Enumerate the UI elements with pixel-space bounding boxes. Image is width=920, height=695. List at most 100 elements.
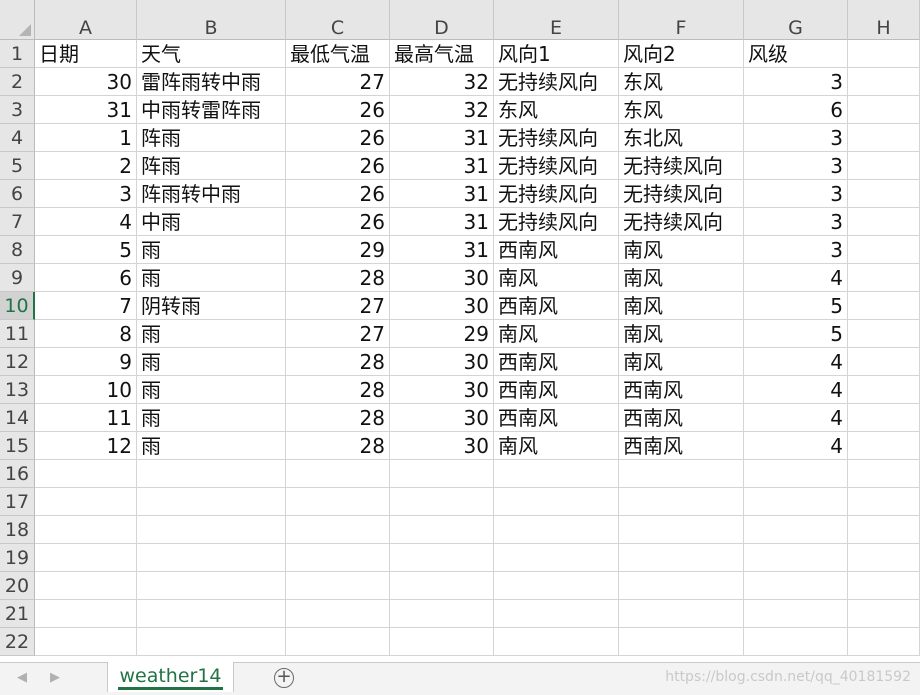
cell-f16[interactable]: [619, 460, 744, 488]
row-header-21[interactable]: 21: [0, 600, 35, 628]
row-header-7[interactable]: 7: [0, 208, 35, 236]
scroll-right-icon[interactable]: ▶: [50, 670, 60, 685]
cell-d21[interactable]: [390, 600, 494, 628]
cell-e16[interactable]: [494, 460, 619, 488]
cell-h10[interactable]: [848, 292, 920, 320]
cell-d1[interactable]: 最高气温: [390, 40, 494, 68]
cell-b8[interactable]: 雨: [137, 236, 286, 264]
cell-h3[interactable]: [848, 96, 920, 124]
cell-g16[interactable]: [744, 460, 848, 488]
cell-c22[interactable]: [286, 628, 390, 656]
cell-a21[interactable]: [35, 600, 137, 628]
sheet-tab-weather14[interactable]: weather14: [107, 662, 234, 692]
cell-b11[interactable]: 雨: [137, 320, 286, 348]
cell-g1[interactable]: 风级: [744, 40, 848, 68]
cell-h4[interactable]: [848, 124, 920, 152]
cell-g6[interactable]: 3: [744, 180, 848, 208]
row-header-9[interactable]: 9: [0, 264, 35, 292]
cell-f20[interactable]: [619, 572, 744, 600]
cell-h9[interactable]: [848, 264, 920, 292]
cell-e8[interactable]: 西南风: [494, 236, 619, 264]
cell-a8[interactable]: 5: [35, 236, 137, 264]
cell-g5[interactable]: 3: [744, 152, 848, 180]
cell-e15[interactable]: 南风: [494, 432, 619, 460]
cell-d2[interactable]: 32: [390, 68, 494, 96]
cell-c7[interactable]: 26: [286, 208, 390, 236]
cell-h15[interactable]: [848, 432, 920, 460]
cell-e7[interactable]: 无持续风向: [494, 208, 619, 236]
cell-b14[interactable]: 雨: [137, 404, 286, 432]
cell-d19[interactable]: [390, 544, 494, 572]
cell-a13[interactable]: 10: [35, 376, 137, 404]
cell-d15[interactable]: 30: [390, 432, 494, 460]
cell-b5[interactable]: 阵雨: [137, 152, 286, 180]
cell-f9[interactable]: 南风: [619, 264, 744, 292]
cell-a11[interactable]: 8: [35, 320, 137, 348]
cell-d6[interactable]: 31: [390, 180, 494, 208]
cell-f2[interactable]: 东风: [619, 68, 744, 96]
cell-e19[interactable]: [494, 544, 619, 572]
cell-d8[interactable]: 31: [390, 236, 494, 264]
cell-g2[interactable]: 3: [744, 68, 848, 96]
column-header-d[interactable]: D: [390, 0, 494, 40]
cell-h8[interactable]: [848, 236, 920, 264]
row-header-4[interactable]: 4: [0, 124, 35, 152]
cell-h1[interactable]: [848, 40, 920, 68]
cell-b4[interactable]: 阵雨: [137, 124, 286, 152]
cell-b20[interactable]: [137, 572, 286, 600]
cell-b7[interactable]: 中雨: [137, 208, 286, 236]
cell-c5[interactable]: 26: [286, 152, 390, 180]
cell-b12[interactable]: 雨: [137, 348, 286, 376]
row-header-11[interactable]: 11: [0, 320, 35, 348]
cell-c15[interactable]: 28: [286, 432, 390, 460]
cell-e5[interactable]: 无持续风向: [494, 152, 619, 180]
cell-c20[interactable]: [286, 572, 390, 600]
cell-g21[interactable]: [744, 600, 848, 628]
column-header-g[interactable]: G: [744, 0, 848, 40]
cell-e6[interactable]: 无持续风向: [494, 180, 619, 208]
cell-f13[interactable]: 西南风: [619, 376, 744, 404]
cell-g13[interactable]: 4: [744, 376, 848, 404]
cell-a6[interactable]: 3: [35, 180, 137, 208]
cell-d10[interactable]: 30: [390, 292, 494, 320]
cell-a15[interactable]: 12: [35, 432, 137, 460]
cell-e12[interactable]: 西南风: [494, 348, 619, 376]
cell-e10[interactable]: 西南风: [494, 292, 619, 320]
cell-e4[interactable]: 无持续风向: [494, 124, 619, 152]
cell-c2[interactable]: 27: [286, 68, 390, 96]
cell-d17[interactable]: [390, 488, 494, 516]
cell-b13[interactable]: 雨: [137, 376, 286, 404]
cell-a3[interactable]: 31: [35, 96, 137, 124]
cell-f6[interactable]: 无持续风向: [619, 180, 744, 208]
cell-h20[interactable]: [848, 572, 920, 600]
column-header-b[interactable]: B: [137, 0, 286, 40]
cell-h2[interactable]: [848, 68, 920, 96]
row-header-5[interactable]: 5: [0, 152, 35, 180]
cell-g7[interactable]: 3: [744, 208, 848, 236]
add-sheet-icon[interactable]: +: [274, 668, 294, 688]
column-header-e[interactable]: E: [494, 0, 619, 40]
cell-a10[interactable]: 7: [35, 292, 137, 320]
row-header-2[interactable]: 2: [0, 68, 35, 96]
cell-b15[interactable]: 雨: [137, 432, 286, 460]
cell-f1[interactable]: 风向2: [619, 40, 744, 68]
cell-h16[interactable]: [848, 460, 920, 488]
cell-c3[interactable]: 26: [286, 96, 390, 124]
cell-g10[interactable]: 5: [744, 292, 848, 320]
cell-f14[interactable]: 西南风: [619, 404, 744, 432]
cell-a14[interactable]: 11: [35, 404, 137, 432]
row-header-20[interactable]: 20: [0, 572, 35, 600]
cell-d11[interactable]: 29: [390, 320, 494, 348]
cell-h11[interactable]: [848, 320, 920, 348]
cell-g3[interactable]: 6: [744, 96, 848, 124]
cell-d13[interactable]: 30: [390, 376, 494, 404]
cell-f18[interactable]: [619, 516, 744, 544]
cell-f22[interactable]: [619, 628, 744, 656]
column-header-c[interactable]: C: [286, 0, 390, 40]
cell-h21[interactable]: [848, 600, 920, 628]
column-header-a[interactable]: A: [35, 0, 137, 40]
cell-e17[interactable]: [494, 488, 619, 516]
cell-h7[interactable]: [848, 208, 920, 236]
cell-a18[interactable]: [35, 516, 137, 544]
cell-e18[interactable]: [494, 516, 619, 544]
